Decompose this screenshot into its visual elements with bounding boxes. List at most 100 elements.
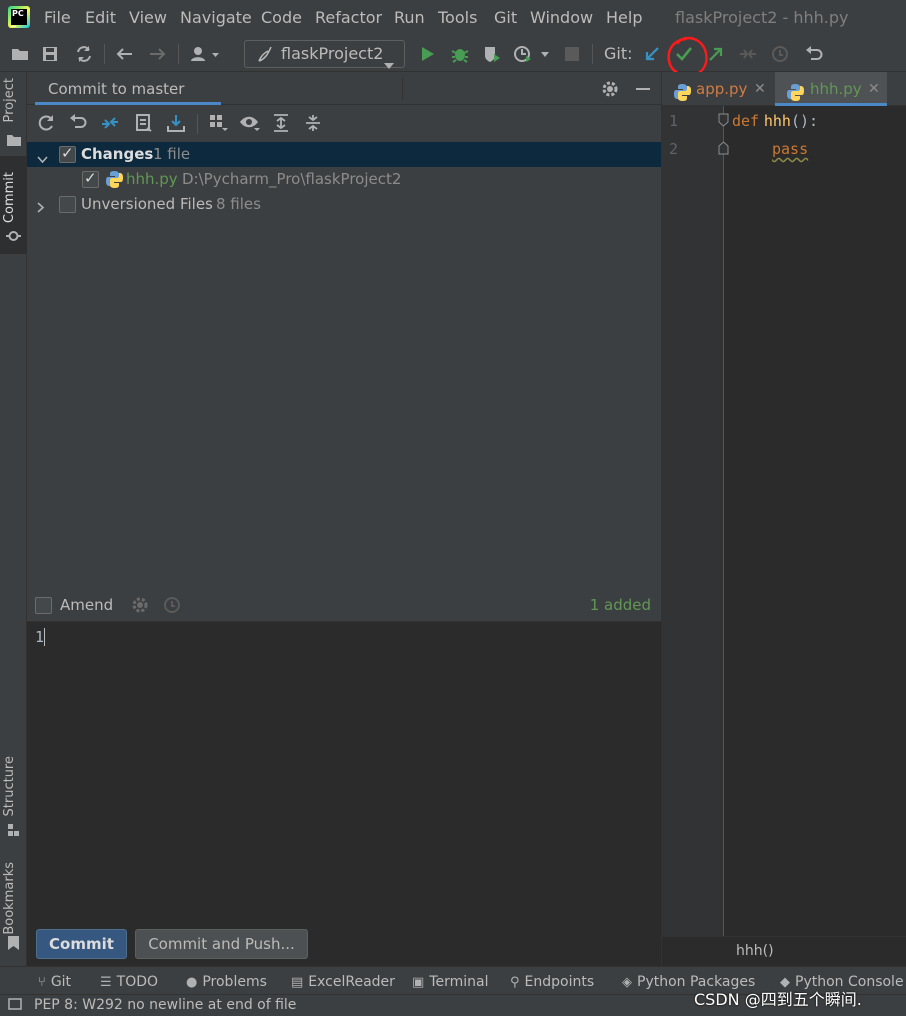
run-icon[interactable] <box>416 42 440 66</box>
tab-hhh-py[interactable]: hhh.py ✕ <box>775 72 887 106</box>
compare-icon[interactable] <box>736 42 760 66</box>
chevron-right-icon[interactable] <box>37 199 45 217</box>
code-line-1[interactable]: def hhh(): <box>732 112 818 130</box>
menu-navigate[interactable]: Navigate <box>180 8 252 27</box>
tool-terminal-label: Terminal <box>429 974 489 990</box>
menu-help[interactable]: Help <box>606 8 642 27</box>
changes-label: Changes <box>81 145 154 163</box>
status-message: PEP 8: W292 no newline at end of file <box>34 997 297 1013</box>
open-folder-icon[interactable] <box>8 42 32 66</box>
commit-panel: Commit to master Cha <box>27 72 661 966</box>
status-indicator-icon[interactable] <box>8 997 22 1015</box>
minimize-icon[interactable] <box>635 80 651 98</box>
side-tab-commit[interactable]: Commit <box>0 156 27 254</box>
rollback-icon[interactable] <box>69 114 87 130</box>
structure-icon <box>8 822 20 840</box>
coverage-icon[interactable] <box>480 42 504 66</box>
line-number: 2 <box>669 140 679 158</box>
menu-run[interactable]: Run <box>394 8 425 27</box>
amend-label[interactable]: Amend <box>60 596 113 614</box>
history-clock-icon[interactable] <box>768 42 792 66</box>
python-file-icon <box>787 80 804 114</box>
refresh-icon[interactable] <box>37 114 55 132</box>
side-tab-structure[interactable]: Structure <box>0 752 27 842</box>
tool-endpoints-label: Endpoints <box>524 974 595 990</box>
commit-button[interactable]: Commit <box>36 929 127 959</box>
packages-icon: ◈ <box>622 975 632 990</box>
tab-app-py-label: app.py <box>696 80 748 98</box>
breadcrumb-function[interactable]: hhh() <box>736 943 774 959</box>
commit-and-push-button[interactable]: Commit and Push... <box>135 929 308 959</box>
tool-excelreader-label: ExcelReader <box>308 974 395 990</box>
stop-icon[interactable] <box>560 42 584 66</box>
file-path: D:\Pycharm_Pro\flaskProject2 <box>182 170 402 188</box>
changes-node[interactable]: Changes 1 file <box>27 142 661 167</box>
tab-app-py[interactable]: app.py ✕ <box>662 72 774 106</box>
line-number-gutter: 1 2 <box>662 106 729 936</box>
close-icon[interactable]: ✕ <box>754 72 766 106</box>
chevron-down-icon[interactable] <box>37 150 48 168</box>
history-clock-icon[interactable] <box>163 596 181 618</box>
menu-git[interactable]: Git <box>494 8 517 27</box>
bookmark-icon <box>8 936 19 954</box>
menu-refactor[interactable]: Refactor <box>315 8 382 27</box>
fold-end-marker-icon[interactable] <box>718 141 729 159</box>
file-checkbox[interactable] <box>82 169 99 188</box>
commit-message-field[interactable]: 1 Commit Commit and Push... <box>27 621 661 966</box>
tool-excelreader[interactable]: ▤ ExcelReader <box>291 974 395 990</box>
unversioned-node[interactable]: Unversioned Files 8 files <box>27 192 661 217</box>
run-config-selector[interactable]: flaskProject2 <box>244 40 405 69</box>
tool-problems[interactable]: ● Problems <box>186 974 267 990</box>
menu-file[interactable]: File <box>44 8 71 27</box>
shelve-download-icon[interactable] <box>167 114 185 132</box>
group-by-icon[interactable] <box>209 114 229 132</box>
tool-terminal[interactable]: ▣ Terminal <box>412 974 488 990</box>
unversioned-checkbox[interactable] <box>59 196 76 213</box>
profile-dropdown-icon[interactable] <box>512 42 552 66</box>
rollback-icon[interactable] <box>802 42 826 66</box>
gear-icon[interactable] <box>131 596 149 618</box>
folder-icon <box>7 132 21 150</box>
side-tab-bookmarks-label: Bookmarks <box>2 862 17 935</box>
close-icon[interactable]: ✕ <box>868 72 880 106</box>
side-tab-project[interactable]: Project <box>0 72 27 150</box>
collapse-all-icon[interactable] <box>305 114 321 132</box>
menu-edit[interactable]: Edit <box>85 8 116 27</box>
amend-checkbox[interactable] <box>35 597 52 614</box>
save-icon[interactable] <box>38 42 62 66</box>
fold-marker-icon[interactable] <box>718 113 729 131</box>
watermark: CSDN @四到五个瞬间. <box>694 990 862 1009</box>
code-line-2[interactable]: pass <box>772 140 808 158</box>
forward-arrow-icon[interactable] <box>146 42 170 66</box>
vcs-user-dropdown-icon[interactable] <box>188 42 222 66</box>
eye-icon[interactable] <box>239 114 261 132</box>
sync-icon[interactable] <box>72 42 96 66</box>
menu-tools[interactable]: Tools <box>438 8 477 27</box>
editor-pane: app.py ✕ hhh.py ✕ 1 2 def hhh(): pass hh… <box>661 72 906 966</box>
changes-checkbox[interactable] <box>59 144 76 163</box>
git-branch-icon: ⑂ <box>38 975 46 990</box>
file-name: hhh.py <box>126 170 178 188</box>
git-update-arrow-icon[interactable] <box>640 42 664 66</box>
expand-all-icon[interactable] <box>273 114 289 132</box>
menu-view[interactable]: View <box>129 8 167 27</box>
menu-window[interactable]: Window <box>530 8 593 27</box>
side-tab-bookmarks[interactable]: Bookmarks <box>0 858 27 954</box>
tool-problems-label: Problems <box>202 974 267 990</box>
commit-node-icon <box>6 228 21 246</box>
file-row[interactable]: hhh.py D:\Pycharm_Pro\flaskProject2 <box>27 167 661 192</box>
back-arrow-icon[interactable] <box>112 42 136 66</box>
gear-icon[interactable] <box>601 80 619 98</box>
commit-panel-tab[interactable]: Commit to master <box>35 72 221 105</box>
changes-status: 1 added <box>589 596 651 614</box>
tool-endpoints[interactable]: ⚲ Endpoints <box>510 974 594 990</box>
main-toolbar: flaskProject2 Git: <box>0 36 906 72</box>
tab-hhh-py-label: hhh.py <box>810 80 862 98</box>
tool-git[interactable]: ⑂ Git <box>38 974 71 990</box>
side-tab-project-label: Project <box>2 78 17 123</box>
tool-todo[interactable]: ☰ TODO <box>100 974 158 990</box>
debug-icon[interactable] <box>448 42 472 66</box>
changelist-icon[interactable] <box>135 114 153 132</box>
show-diff-icon[interactable] <box>101 114 119 132</box>
menu-code[interactable]: Code <box>261 8 302 27</box>
